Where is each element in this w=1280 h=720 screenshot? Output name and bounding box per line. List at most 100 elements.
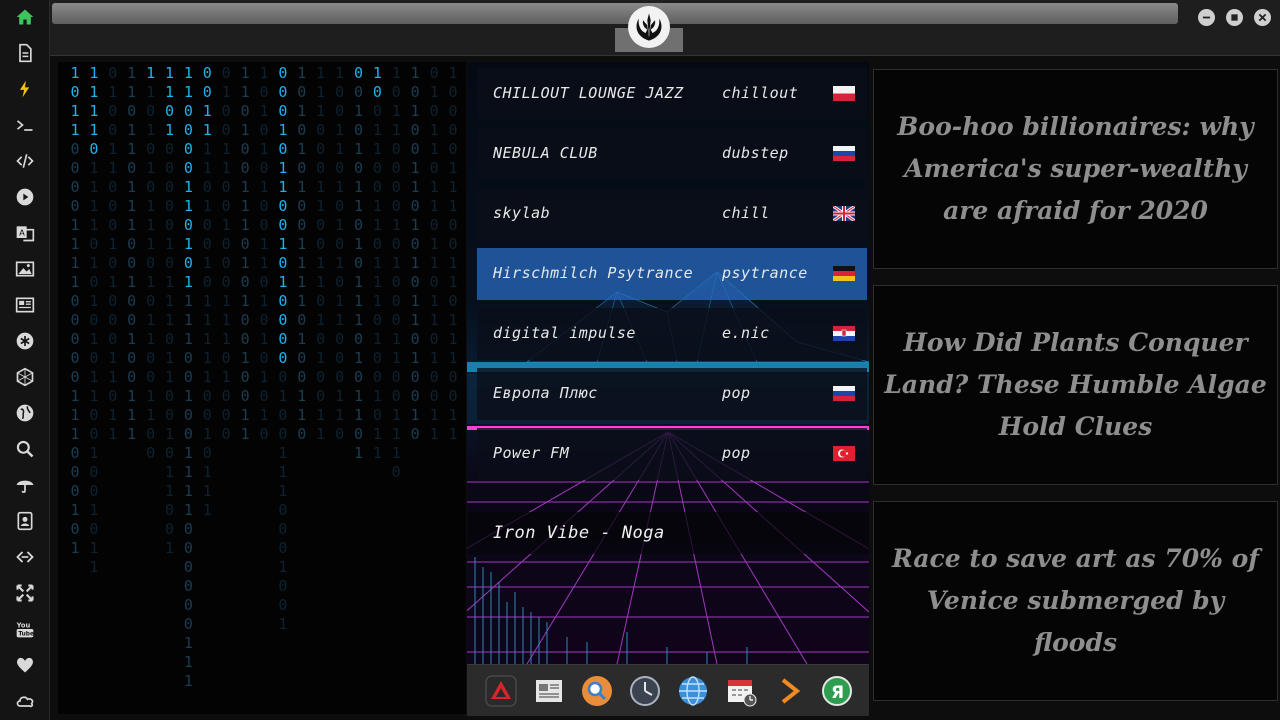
news-headline: Race to save art as 70% of Venice submer…: [892, 544, 1259, 657]
station-genre: dubstep: [722, 144, 789, 162]
terminal-icon[interactable]: [12, 112, 38, 138]
station-row[interactable]: Power FM pop: [477, 428, 867, 480]
image-icon[interactable]: [12, 256, 38, 282]
russia-flag-icon: [833, 146, 855, 161]
station-name: Power FM: [493, 444, 570, 462]
expand-icon[interactable]: [12, 580, 38, 606]
matrix-column: 1 1 0 1 0 0 0 0 0 1 0 1 1 1 0 1 1 0 0 1 …: [164, 64, 175, 557]
desktop: A You Tube 1 0 1 1 0 0 0 0 1 1 1 1 0 0 0 0…: [0, 0, 1280, 720]
matrix-column: 0 1 0 0 1 1 0 0 1 0 0 0 1 1 1 0 1 0 0 0: [221, 64, 231, 443]
code-icon[interactable]: [12, 148, 38, 174]
cloud-icon[interactable]: [12, 688, 38, 714]
app-launcher-sidebar: A You Tube: [0, 0, 50, 720]
matrix-column: 1 0 0 1 1 0 0 1 1 0 1 1 1 0 1 0 0 1 0 1 …: [372, 64, 382, 462]
station-row[interactable]: CHILLOUT LOUNGE JAZZ chillout: [477, 68, 867, 120]
station-genre: e.nic: [722, 324, 770, 342]
matrix-column: 1 1 1 0 0 0 1 1 0 0 1 1 0 1 0 1 0 0 1 1: [316, 64, 326, 443]
clock-icon[interactable]: [628, 674, 662, 708]
yandex-icon[interactable]: Я: [820, 674, 854, 708]
svg-text:Tube: Tube: [18, 632, 34, 638]
umbrella-icon[interactable]: [12, 472, 38, 498]
minimize-icon[interactable]: [1198, 9, 1215, 26]
calendar-icon[interactable]: [724, 674, 758, 708]
play-icon[interactable]: [12, 184, 38, 210]
matrix-column: 0 1 0 0 1 1 0 0 0 1 0 1 0 0 0 1 1 0 1 1: [108, 64, 118, 443]
radio-player: CHILLOUT LOUNGE JAZZ chillout NEBULA CLUB d…: [467, 62, 869, 664]
matrix-column: 1 0 0 1 1 0 1 0 1 0 1 0 1 1 0 0 0 1 1 0: [335, 64, 345, 443]
link-icon[interactable]: [12, 544, 38, 570]
heart-icon[interactable]: [12, 652, 38, 678]
asterisk-icon[interactable]: [12, 328, 38, 354]
news-headline: How Did Plants Conquer Land? These Humbl…: [884, 328, 1267, 441]
news-app-icon[interactable]: [532, 674, 566, 708]
matrix-column: 0 0 1 0 1 0 1 1 0 1 0 1 1 1 0 1 0 1 1 0 …: [353, 64, 364, 462]
matrix-column: 1 1 1 1 0 1 1 1 1 0 1 0 1 0 1 0 1 1 0 0 …: [89, 64, 99, 576]
news-card[interactable]: Boo-hoo billionaires: why America's supe…: [873, 69, 1278, 269]
station-row[interactable]: NEBULA CLUB dubstep: [477, 128, 867, 180]
search-app-icon[interactable]: [580, 674, 614, 708]
globe-icon[interactable]: [676, 674, 710, 708]
station-genre: chill: [722, 204, 770, 222]
search-icon[interactable]: [12, 436, 38, 462]
poland-flag-icon: [833, 86, 855, 101]
matrix-column: 1 1 0 1 1 0 1 1 1 0 0 1 0 0 1 0 0 1 1 1: [127, 64, 137, 443]
top-bar: [50, 0, 1280, 56]
station-row[interactable]: Европа Плюс pop: [477, 368, 867, 420]
hexagon-icon[interactable]: [12, 364, 38, 390]
bolt-icon[interactable]: [12, 76, 38, 102]
close-icon[interactable]: [1254, 9, 1271, 26]
station-row[interactable]: Hirschmilch Psytrance psytrance: [477, 248, 867, 300]
contacts-icon[interactable]: [12, 508, 38, 534]
rebel-alliance-icon: [628, 6, 670, 48]
station-row[interactable]: digital impulse e.nic: [477, 308, 867, 360]
matrix-rain-widget: 1 0 1 1 0 0 0 0 1 1 1 1 0 0 0 0 0 1 1 1 …: [58, 62, 466, 714]
document-icon[interactable]: [12, 40, 38, 66]
now-playing-title: Iron Vibe - Noga: [493, 523, 665, 543]
station-name: NEBULA CLUB: [493, 144, 598, 162]
matrix-column: 0 0 1 1 1 1 0 1 0 0 1 0 1 1 1 1 1 0 0 1 …: [202, 64, 212, 519]
forward-icon[interactable]: [772, 674, 806, 708]
matrix-column: 1 0 1 0 1 0 1 0 0 1 1 0 1 0 1 0 1 0 1 0: [259, 64, 269, 443]
news-card[interactable]: Race to save art as 70% of Venice submer…: [873, 501, 1278, 701]
matrix-column: 1 0 1 1 0 0 0 0 1 1 1 1 0 0 0 0 0 1 1 1 …: [70, 64, 80, 557]
matrix-column: 0 1 0 1 1 0 1 1 0 1 1 0 1 1 0 1 0 0 1 1: [429, 64, 439, 443]
matrix-column: 1 1 0 1 0 1 0 1 1 1 0 1 0 1 1 0 0 1 1 0 …: [146, 64, 156, 462]
news-headline: Boo-hoo billionaires: why America's supe…: [897, 112, 1254, 225]
station-genre: pop: [722, 444, 751, 462]
station-name: Европа Плюс: [493, 384, 598, 402]
croatia-flag-icon: [833, 326, 855, 341]
matrix-column: 1 0 1 0 1 0 1 0 0 1 1 1 1 0 1 0 0 1 1 0: [297, 64, 307, 443]
globe-icon[interactable]: [12, 400, 38, 426]
station-genre: psytrance: [722, 264, 808, 282]
station-name: digital impulse: [493, 324, 636, 342]
newspaper-icon[interactable]: [12, 292, 38, 318]
turkey-flag-icon: [833, 446, 855, 461]
station-name: Hirschmilch Psytrance: [493, 264, 694, 282]
translate-icon[interactable]: A: [12, 220, 38, 246]
matrix-column: 1 0 1 1 0 0 0 0 1 0 1 0 0 0 1 1 0 0 1 1 …: [391, 64, 401, 481]
station-genre: chillout: [722, 84, 799, 102]
maximize-icon[interactable]: [1226, 9, 1243, 26]
russia-flag-icon: [833, 386, 855, 401]
uk-flag-icon: [833, 206, 855, 221]
station-genre: pop: [722, 384, 751, 402]
title-bar-field[interactable]: [52, 3, 1178, 24]
matrix-column: 1 0 1 0 0 1 1 0 1 0 1 0 1 1 0 1 0 0 1 0: [410, 64, 420, 443]
station-name: CHILLOUT LOUNGE JAZZ: [493, 84, 684, 102]
youtube-icon[interactable]: You Tube: [12, 616, 38, 642]
matrix-column: 1 1 0 0 0 0 1 1 0 1 0 1 1 1 1 0 0 1 0 0 …: [183, 64, 193, 690]
matrix-column: 1 1 0 1 0 0 1 1 1 0 1 0 1 0 0 1 0 0 1 1: [240, 64, 250, 443]
germany-flag-icon: [833, 266, 855, 281]
matrix-column: 0 0 0 1 0 1 1 0 0 1 0 1 0 0 0 0 0 1 0 0 …: [278, 64, 288, 633]
app-dock: Я: [467, 664, 869, 716]
vector-app-icon[interactable]: [484, 674, 518, 708]
svg-text:Я: Я: [831, 683, 844, 703]
matrix-column: 1 0 0 0 0 1 1 1 0 0 1 1 0 1 1 1 0 0 1 1: [448, 64, 458, 443]
station-row[interactable]: skylab chill: [477, 188, 867, 240]
station-name: skylab: [493, 204, 551, 222]
now-playing-bar: Iron Vibe - Noga: [467, 512, 869, 554]
home-icon[interactable]: [12, 4, 38, 30]
news-card[interactable]: How Did Plants Conquer Land? These Humbl…: [873, 285, 1278, 485]
svg-text:A: A: [19, 228, 25, 238]
svg-text:You: You: [16, 621, 31, 629]
